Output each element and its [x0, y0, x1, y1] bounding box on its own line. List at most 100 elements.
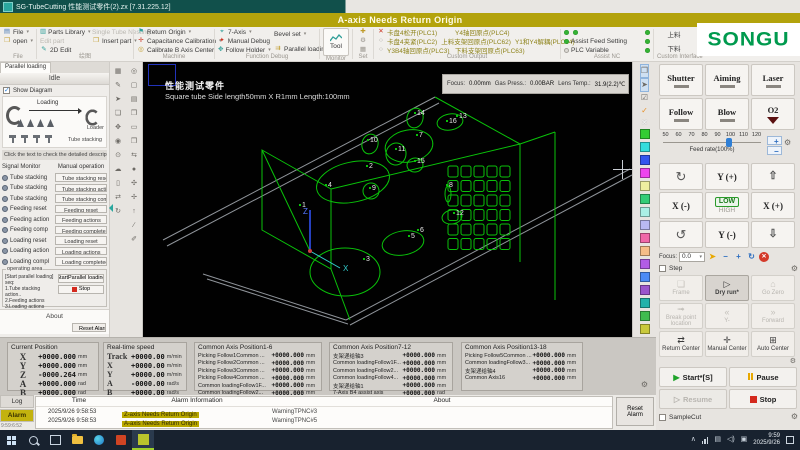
manual-operation-button[interactable]: Tube stacking complete [55, 194, 107, 203]
tool-icon[interactable]: ▯ [116, 178, 120, 192]
frame-button[interactable]: ❏Frame [659, 275, 703, 301]
tool-icon[interactable]: ∕ [133, 220, 134, 234]
aiming-button[interactable]: Aiming [705, 64, 749, 96]
start-parallel-loading-button[interactable]: StartParallel loading [58, 274, 104, 283]
speed-toggle-button[interactable]: LOWHIGH [705, 192, 749, 219]
jog-x-minus-button[interactable]: X (-) [659, 192, 703, 219]
tool-icon[interactable]: ❏ [115, 108, 121, 122]
panel-collapse-arrow[interactable] [109, 204, 113, 212]
cad-viewport[interactable]: Z X 性能测试零件 Square tube Side length50mm X… [143, 62, 632, 337]
alarm-row[interactable]: 2025/9/26 9:58:53 A-axis Needs Return Or… [36, 416, 612, 425]
tray-expand-icon[interactable]: ∧ [691, 436, 696, 444]
step-checkbox[interactable] [659, 265, 666, 272]
manual-center-button[interactable]: ✛Manual Center [705, 331, 749, 357]
jog-y-plus-button[interactable]: Y (+) [705, 163, 749, 190]
7-axis-button[interactable]: ⌖7-Axis [218, 28, 270, 36]
tool-icon[interactable]: ◉ [115, 136, 121, 150]
feed-settings-gear-icon[interactable]: ⚙ [784, 138, 791, 148]
tool-icon[interactable]: ⇆ [131, 150, 137, 164]
tool-icon[interactable]: ▭ [131, 122, 138, 136]
notification-center-icon[interactable] [786, 436, 794, 444]
manual-operation-button[interactable]: Tube stacking action [55, 184, 107, 193]
checkbox-icon[interactable]: ☑ [641, 92, 648, 104]
assist-feed-setting-button[interactable]: Assist Feed Setting [564, 37, 650, 45]
tool-icon[interactable]: ↻ [115, 206, 121, 220]
tool-icon[interactable]: ✐ [131, 234, 137, 248]
plc63-button[interactable]: 下料支架回原点(PLC63) [455, 46, 525, 54]
show-diagram-checkbox[interactable] [3, 87, 10, 94]
slider-track[interactable] [663, 138, 761, 147]
manual-operation-button[interactable]: Loading completed [55, 257, 107, 266]
forward-button[interactable]: »Forward [751, 303, 795, 329]
office-app-button[interactable] [110, 430, 132, 450]
key-icon[interactable]: ✚ [359, 28, 367, 36]
tool-icon[interactable]: ➤ [640, 78, 649, 92]
tool-icon[interactable]: ▤ [131, 94, 138, 108]
tool-icon[interactable]: ❐ [640, 64, 649, 78]
shutter-button[interactable]: Shutter [659, 64, 703, 96]
plc2-button[interactable]: ○卡盘4夹紧(PLC2) [377, 37, 437, 45]
samplecut-checkbox[interactable] [659, 414, 666, 421]
tool-icon[interactable]: ● [132, 164, 136, 178]
color-swatch[interactable] [640, 181, 650, 191]
color-swatch[interactable] [640, 272, 650, 282]
jog-x-plus-button[interactable]: X (+) [751, 192, 795, 219]
rotate-plus-button[interactable]: ↻ [659, 163, 703, 190]
gear-icon[interactable]: ⚙ [359, 37, 367, 45]
focus-value-select[interactable]: 0.0▾ [679, 252, 705, 262]
diagram-tube-stacking-label[interactable]: Tube stacking [68, 137, 102, 143]
color-swatch[interactable] [640, 324, 650, 334]
manual-operation-button[interactable]: Loading actions [55, 247, 107, 256]
jog-settings-gear-icon[interactable]: ⚙ [791, 264, 798, 274]
tool-icon[interactable]: ✎ [115, 80, 121, 94]
keyboard-icon[interactable]: ▤ [714, 436, 721, 444]
resume-button[interactable]: ▷Resume [659, 389, 727, 409]
color-swatch[interactable] [640, 298, 650, 308]
manual-operation-button[interactable]: Feeding reset [55, 205, 107, 214]
return-origin-button[interactable]: ⚑Return Origin [137, 28, 222, 36]
plc4-button[interactable]: Y4轴回原点(PLC4) [455, 28, 510, 36]
panel-settings-gear-icon[interactable]: ⚙ [641, 380, 648, 389]
plc62-button[interactable]: 上料支架回原点(PLC62) [441, 37, 511, 45]
jog-y-minus-button[interactable]: Y (-) [705, 221, 749, 248]
manual-debug-button[interactable]: ✦Manual Debug [218, 37, 270, 45]
color-swatch[interactable] [640, 129, 650, 139]
dry-run-button[interactable]: ▷Dry run* [705, 275, 749, 301]
run-settings-gear-icon[interactable]: ⚙ [791, 412, 798, 422]
tool-icon[interactable]: ☁ [115, 164, 122, 178]
follow-button[interactable]: Follow [659, 98, 703, 130]
nozzle-up-button[interactable]: ⇧ [751, 163, 795, 190]
pause-button[interactable]: Pause [729, 367, 797, 387]
color-swatch[interactable] [640, 155, 650, 165]
color-swatch[interactable] [640, 285, 650, 295]
color-swatch[interactable] [640, 233, 650, 243]
task-view-button[interactable] [44, 430, 66, 450]
feed-plus-button[interactable]: + [767, 136, 782, 145]
blow-button[interactable]: Blow [705, 98, 749, 130]
tool-icon[interactable]: ❒ [131, 108, 137, 122]
check-icon[interactable]: ✓ [641, 105, 648, 117]
color-swatch[interactable] [640, 259, 650, 269]
parts-library-button[interactable]: ▥Parts Library [40, 28, 88, 36]
laser-button[interactable]: Laser [751, 64, 795, 96]
go-zero-button[interactable]: ⌂Go Zero [751, 275, 795, 301]
color-swatch[interactable] [640, 246, 650, 256]
plc-variable-button[interactable]: PLC Variable [564, 46, 650, 54]
plc3-button[interactable]: ○Y3B4轴回原点(PLC3) [377, 46, 451, 54]
tool-icon[interactable]: ⇄ [115, 192, 121, 206]
tab-log[interactable]: Log [0, 395, 34, 408]
calibrate-b-axis-button[interactable]: ◎Calibrate B Axis Center [137, 46, 222, 54]
focus-cancel-icon[interactable]: ✕ [759, 252, 769, 262]
nozzle-down-button[interactable]: ⇩ [751, 221, 795, 248]
focus-minus-icon[interactable]: − [720, 251, 731, 262]
reset-alarm-button[interactable]: Reset Alarm [616, 397, 654, 426]
tool-icon[interactable]: ↑ [132, 206, 136, 220]
tool-button[interactable]: Tool [323, 28, 349, 56]
tool-icon[interactable]: ▢ [131, 80, 138, 94]
tool-icon[interactable]: ✣ [131, 178, 137, 192]
color-swatch[interactable] [640, 194, 650, 204]
file-explorer-button[interactable] [66, 430, 88, 450]
tool-icon[interactable]: ⊙ [115, 150, 121, 164]
speaker-icon[interactable]: ◁) [727, 436, 735, 444]
color-swatch[interactable] [640, 142, 650, 152]
